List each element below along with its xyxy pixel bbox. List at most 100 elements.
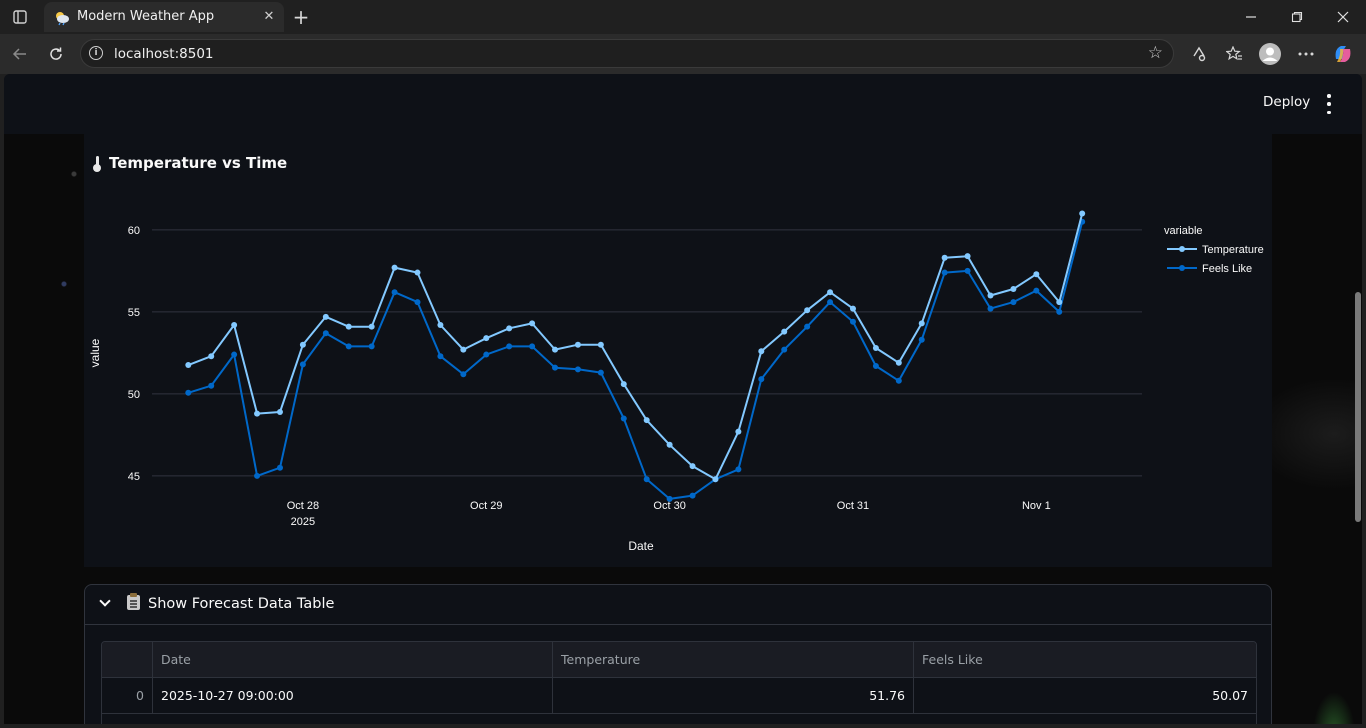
data-point[interactable]	[964, 267, 971, 274]
data-point[interactable]	[987, 305, 994, 312]
data-point[interactable]	[620, 381, 627, 388]
data-point[interactable]	[689, 492, 696, 499]
data-point[interactable]	[460, 371, 467, 378]
data-point[interactable]	[895, 377, 902, 384]
tab-actions-icon[interactable]	[7, 6, 33, 28]
data-point[interactable]	[231, 351, 238, 358]
close-window-icon[interactable]	[1320, 4, 1366, 30]
data-point[interactable]	[804, 323, 811, 330]
data-point[interactable]	[735, 466, 742, 473]
data-point[interactable]	[1010, 285, 1017, 292]
data-point[interactable]	[185, 389, 192, 396]
data-point[interactable]	[483, 335, 490, 342]
new-tab-icon[interactable]: +	[290, 5, 312, 29]
data-point[interactable]	[437, 353, 444, 360]
data-point[interactable]	[529, 320, 536, 327]
column-header-date[interactable]: Date	[153, 642, 553, 677]
data-point[interactable]	[299, 341, 306, 348]
data-point[interactable]	[254, 472, 261, 479]
data-point[interactable]	[1056, 299, 1063, 306]
copilot-icon[interactable]	[1331, 42, 1355, 66]
data-point[interactable]	[872, 345, 879, 351]
temperature-line-chart[interactable]: 45 50 55 60 Oct 28 2025 Oct 29 Oct 30 Oct 31 Nov…	[84, 134, 1272, 567]
favorite-star-icon[interactable]: ☆	[1148, 43, 1163, 63]
data-point[interactable]	[1010, 299, 1017, 306]
read-aloud-icon[interactable]	[1187, 42, 1211, 66]
data-point[interactable]	[597, 369, 604, 376]
series-line[interactable]	[188, 221, 1084, 500]
browser-tab[interactable]: Modern Weather App ✕	[44, 2, 284, 32]
data-point[interactable]	[849, 305, 856, 312]
data-point[interactable]	[322, 313, 329, 320]
restore-icon[interactable]	[1274, 4, 1320, 30]
feels-like-cell[interactable]: 50.07	[914, 678, 1256, 713]
series-line[interactable]	[187, 213, 1084, 481]
data-point[interactable]	[368, 343, 375, 350]
page-scrollbar[interactable]	[1355, 292, 1361, 522]
minimize-icon[interactable]	[1228, 4, 1274, 30]
date-cell[interactable]: 2025-10-27 09:00:00	[153, 678, 553, 713]
data-point[interactable]	[208, 353, 215, 360]
data-point[interactable]	[460, 346, 467, 353]
data-point[interactable]	[391, 264, 398, 271]
data-point[interactable]	[208, 382, 215, 389]
main-menu-icon[interactable]	[1322, 94, 1336, 114]
data-point[interactable]	[918, 336, 925, 343]
data-point[interactable]	[941, 269, 948, 276]
data-point[interactable]	[276, 464, 283, 471]
legend-item[interactable]: Temperature	[1167, 244, 1264, 256]
data-point[interactable]	[506, 325, 513, 332]
data-point[interactable]	[414, 299, 421, 306]
data-point[interactable]	[1079, 210, 1086, 217]
data-point[interactable]	[185, 362, 192, 369]
data-point[interactable]	[483, 351, 490, 358]
site-info-icon[interactable]: i	[89, 46, 103, 60]
data-point[interactable]	[597, 341, 604, 348]
close-tab-icon[interactable]: ✕	[260, 7, 278, 25]
profile-avatar[interactable]	[1258, 42, 1282, 66]
data-point[interactable]	[758, 376, 765, 383]
data-point[interactable]	[918, 320, 925, 327]
data-point[interactable]	[849, 318, 856, 325]
data-point[interactable]	[574, 341, 581, 348]
data-point[interactable]	[941, 254, 948, 261]
data-point[interactable]	[712, 476, 719, 483]
data-point[interactable]	[322, 330, 329, 337]
data-point[interactable]	[345, 323, 352, 330]
data-point[interactable]	[620, 415, 627, 422]
data-point[interactable]	[643, 476, 650, 483]
data-point[interactable]	[827, 299, 834, 306]
data-point[interactable]	[1033, 287, 1040, 294]
data-point[interactable]	[437, 322, 444, 329]
data-point[interactable]	[254, 410, 261, 417]
data-point[interactable]	[552, 346, 559, 353]
data-point[interactable]	[368, 323, 375, 330]
data-point[interactable]	[574, 366, 581, 373]
data-point[interactable]	[666, 441, 673, 448]
temperature-cell[interactable]: 51.76	[553, 678, 914, 713]
column-header-feels-like[interactable]: Feels Like	[914, 642, 1256, 677]
data-point[interactable]	[895, 359, 902, 366]
data-point[interactable]	[987, 292, 994, 299]
data-point[interactable]	[827, 289, 834, 296]
deploy-button[interactable]: Deploy	[1263, 94, 1310, 110]
back-arrow-icon[interactable]	[7, 41, 33, 67]
data-point[interactable]	[689, 463, 696, 470]
data-point[interactable]	[414, 269, 421, 276]
data-point[interactable]	[643, 417, 650, 424]
legend-item[interactable]: Feels Like	[1167, 263, 1252, 275]
data-point[interactable]	[345, 343, 352, 350]
data-point[interactable]	[872, 363, 879, 370]
data-point[interactable]	[735, 428, 742, 435]
data-point[interactable]	[552, 364, 559, 371]
forecast-data-table[interactable]: Date Temperature Feels Like 0 2025-10-27…	[101, 641, 1257, 724]
data-point[interactable]	[391, 289, 398, 296]
expander-header[interactable]: Show Forecast Data Table	[85, 585, 1271, 625]
data-point[interactable]	[964, 253, 971, 260]
reload-icon[interactable]	[43, 41, 69, 67]
data-point[interactable]	[781, 328, 788, 335]
column-header-temperature[interactable]: Temperature	[553, 642, 914, 677]
data-point[interactable]	[1033, 271, 1040, 278]
favorites-icon[interactable]	[1222, 42, 1246, 66]
data-point[interactable]	[231, 322, 238, 329]
